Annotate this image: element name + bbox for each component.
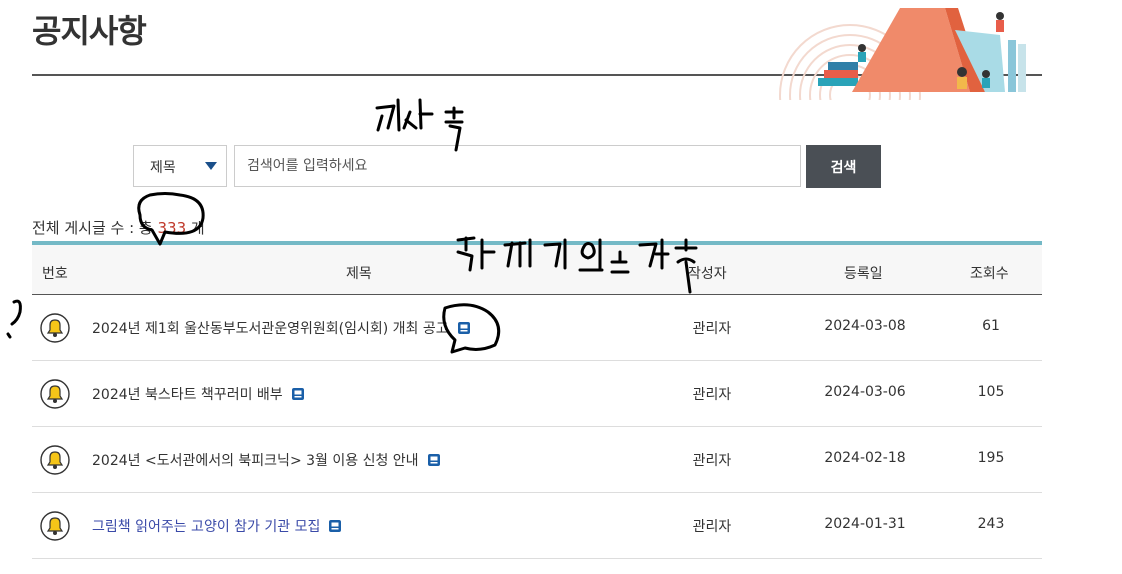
search-field-select-value: 제목 bbox=[150, 160, 176, 176]
row-views: 243 bbox=[977, 516, 1005, 532]
file-attachment-icon[interactable] bbox=[457, 321, 471, 335]
total-suffix: 개 bbox=[186, 219, 205, 237]
row-date: 2024-01-31 bbox=[824, 516, 906, 532]
header-subject: 제목 bbox=[346, 266, 372, 282]
row-subject[interactable]: 2024년 <도서관에서의 북피크닉> 3월 이용 신청 안내 bbox=[92, 450, 441, 470]
header-views: 조회수 bbox=[970, 266, 1009, 282]
total-prefix: 전체 게시글 수 : 총 bbox=[32, 219, 158, 237]
caret-down-icon bbox=[205, 162, 217, 170]
table-row[interactable]: 2024년 제1회 울산동부도서관운영위원회(임시회) 개최 공고 관리자 20… bbox=[32, 295, 1042, 361]
row-subject[interactable]: 2024년 제1회 울산동부도서관운영위원회(임시회) 개최 공고 bbox=[92, 318, 471, 338]
bell-icon bbox=[40, 511, 70, 541]
search-button[interactable]: 검색 bbox=[806, 145, 881, 188]
table-header: 번호 제목 작성자 등록일 조회수 bbox=[32, 241, 1042, 295]
total-post-count: 전체 게시글 수 : 총 333 개 bbox=[32, 217, 205, 238]
row-views: 61 bbox=[982, 318, 1000, 334]
row-date: 2024-03-08 bbox=[824, 318, 906, 334]
bell-icon bbox=[40, 445, 70, 475]
table-row[interactable]: 2024년 북스타트 책꾸러미 배부 관리자 2024-03-06 105 bbox=[32, 361, 1042, 427]
file-attachment-icon[interactable] bbox=[291, 387, 305, 401]
row-subject[interactable]: 그림책 읽어주는 고양이 참가 기관 모집 bbox=[92, 516, 342, 536]
row-author: 관리자 bbox=[692, 453, 732, 469]
row-views: 195 bbox=[977, 450, 1005, 466]
header-number: 번호 bbox=[42, 266, 68, 282]
file-attachment-icon[interactable] bbox=[427, 453, 441, 467]
row-date: 2024-03-06 bbox=[824, 384, 906, 400]
table-row[interactable]: 그림책 읽어주는 고양이 참가 기관 모집 관리자 2024-01-31 243 bbox=[32, 493, 1042, 559]
library-illustration bbox=[779, 8, 1026, 100]
table-row[interactable]: 2024년 <도서관에서의 북피크닉> 3월 이용 신청 안내 관리자 2024… bbox=[32, 427, 1042, 493]
search-field-select[interactable]: 제목 bbox=[133, 145, 227, 187]
row-author: 관리자 bbox=[692, 387, 732, 403]
bell-icon bbox=[40, 313, 70, 343]
header-date: 등록일 bbox=[844, 266, 883, 282]
page-title: 공지사항 bbox=[32, 12, 147, 50]
bell-icon bbox=[40, 379, 70, 409]
row-author: 관리자 bbox=[692, 519, 732, 535]
row-date: 2024-02-18 bbox=[824, 450, 906, 466]
notice-table: 번호 제목 작성자 등록일 조회수 2024년 제1회 울산동부도서관운영위원회… bbox=[32, 241, 1042, 559]
row-subject-text[interactable]: 그림책 읽어주는 고양이 참가 기관 모집 bbox=[92, 519, 320, 535]
file-attachment-icon[interactable] bbox=[328, 519, 342, 533]
row-subject[interactable]: 2024년 북스타트 책꾸러미 배부 bbox=[92, 384, 305, 404]
row-subject-text[interactable]: 2024년 북스타트 책꾸러미 배부 bbox=[92, 387, 283, 403]
search-input[interactable] bbox=[234, 145, 801, 187]
row-subject-text[interactable]: 2024년 <도서관에서의 북피크닉> 3월 이용 신청 안내 bbox=[92, 453, 419, 469]
total-count-value: 333 bbox=[157, 219, 187, 237]
header-author: 작성자 bbox=[688, 266, 727, 282]
row-author: 관리자 bbox=[692, 321, 732, 337]
row-subject-text[interactable]: 2024년 제1회 울산동부도서관운영위원회(임시회) 개최 공고 bbox=[92, 321, 449, 337]
row-views: 105 bbox=[977, 384, 1005, 400]
